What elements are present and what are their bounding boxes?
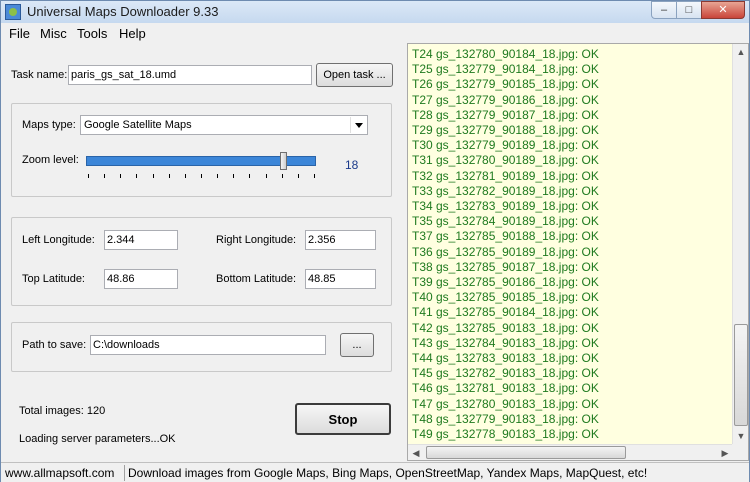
stop-button[interactable]: Stop [295,403,391,435]
task-name-label: Task name: [11,69,68,81]
menu-file[interactable]: File [9,26,30,41]
zoom-tick [233,174,235,178]
app-icon [5,4,21,20]
horizontal-scrollbar[interactable]: ◀ ▶ [408,444,733,460]
maps-type-label: Maps type: [22,119,76,131]
vertical-scrollbar[interactable]: ▲ ▼ [732,44,748,444]
settings-panel: Task name: paris_gs_sat_18.umd Open task… [1,43,405,463]
scrollbar-corner [732,444,748,460]
zoom-tick [184,174,186,178]
zoom-tick [168,174,170,178]
log-line: T41 gs_132785_90184_18.jpg: OK [412,305,599,320]
status-site: www.allmapsoft.com [5,466,115,480]
zoom-tick [120,174,122,178]
maximize-button[interactable]: □ [676,1,702,19]
log-line: T30 gs_132779_90189_18.jpg: OK [412,138,599,153]
menu-tools[interactable]: Tools [77,26,107,41]
log-line: T36 gs_132785_90189_18.jpg: OK [412,244,599,259]
zoom-tick [201,174,202,178]
right-longitude-label: Right Longitude: [216,234,297,246]
zoom-tick [217,174,219,178]
menu-bar: File Misc Tools Help [1,23,407,43]
log-line: T35 gs_132784_90189_18.jpg: OK [412,214,599,229]
menu-help[interactable]: Help [119,26,146,41]
zoom-tick [88,174,89,178]
top-latitude-input[interactable]: 48.86 [104,269,178,289]
dropdown-arrow-icon [350,117,366,133]
task-name-input[interactable]: paris_gs_sat_18.umd [68,65,312,85]
close-button[interactable]: ✕ [701,1,745,19]
status-bar: www.allmapsoft.com Download images from … [1,462,749,482]
top-latitude-label: Top Latitude: [22,273,85,285]
log-line: T24 gs_132780_90184_18.jpg: OK [412,47,599,61]
status-divider [124,465,125,481]
scroll-down-icon[interactable]: ▼ [733,428,748,444]
log-line: T43 gs_132784_90183_18.jpg: OK [412,335,599,350]
log-line: T32 gs_132781_90189_18.jpg: OK [412,168,599,183]
zoom-tick [152,174,154,178]
maps-type-select[interactable]: Google Satellite Maps [80,115,368,135]
log-line: T29 gs_132779_90188_18.jpg: OK [412,123,599,137]
left-longitude-input[interactable]: 2.344 [104,230,178,250]
right-longitude-input[interactable]: 2.356 [305,230,376,250]
zoom-tick [314,174,315,178]
save-path-input[interactable]: C:\downloads [90,335,326,355]
zoom-tick [281,174,283,178]
log-line: T33 gs_132782_90189_18.jpg: OK [412,183,599,198]
title-bar: Universal Maps Downloader 9.33 – □ ✕ [1,1,749,23]
app-window: Universal Maps Downloader 9.33 – □ ✕ Fil… [0,0,750,482]
save-path-label: Path to save: [22,339,87,351]
left-longitude-label: Left Longitude: [22,234,95,246]
horizontal-scroll-thumb[interactable] [426,446,626,459]
log-line: T38 gs_132785_90187_18.jpg: OK [412,259,599,274]
bottom-latitude-label: Bottom Latitude: [216,273,297,285]
zoom-tick [136,174,138,178]
log-line: T39 gs_132785_90186_18.jpg: OK [412,275,599,289]
log-line: T25 gs_132779_90184_18.jpg: OK [412,62,599,77]
log-line: T26 gs_132779_90185_18.jpg: OK [412,77,599,92]
zoom-tick [265,174,267,178]
log-line: T42 gs_132785_90183_18.jpg: OK [412,320,599,335]
maps-type-value: Google Satellite Maps [84,119,192,131]
zoom-slider-thumb[interactable] [280,152,287,170]
scroll-left-icon[interactable]: ◀ [408,445,424,460]
menu-misc[interactable]: Misc [40,26,67,41]
log-line: T45 gs_132782_90183_18.jpg: OK [412,366,599,381]
maps-group: Maps type: Google Satellite Maps Zoom le… [11,103,392,197]
open-task-button[interactable]: Open task ... [316,63,393,87]
scroll-up-icon[interactable]: ▲ [733,44,748,60]
vertical-scroll-thumb[interactable] [734,324,748,426]
zoom-tick [249,174,251,178]
log-line: T28 gs_132779_90187_18.jpg: OK [412,107,599,122]
window-title: Universal Maps Downloader 9.33 [27,4,219,19]
loading-status-text: Loading server parameters...OK [19,433,176,445]
total-images-text: Total images: 120 [19,405,106,417]
minimize-button[interactable]: – [651,1,677,19]
log-line: T49 gs_132778_90183_18.jpg: OK [412,427,599,441]
coordinates-group: Left Longitude: 2.344 Right Longitude: 2… [11,217,392,306]
log-line: T46 gs_132781_90183_18.jpg: OK [412,381,599,396]
log-line: T34 gs_132783_90189_18.jpg: OK [412,199,599,213]
zoom-tick [104,174,106,178]
zoom-level-label: Zoom level: [22,154,79,166]
log-line: T27 gs_132779_90186_18.jpg: OK [412,92,599,107]
log-line: T47 gs_132780_90183_18.jpg: OK [412,396,599,411]
log-line: T40 gs_132785_90185_18.jpg: OK [412,290,599,305]
scroll-right-icon[interactable]: ▶ [717,445,733,460]
log-line: T48 gs_132779_90183_18.jpg: OK [412,411,599,426]
bottom-latitude-input[interactable]: 48.85 [305,269,376,289]
log-line: T37 gs_132785_90188_18.jpg: OK [412,229,599,244]
save-path-group: Path to save: C:\downloads ... [11,322,392,372]
browse-button[interactable]: ... [340,333,374,357]
zoom-tick [297,174,299,178]
log-line: T44 gs_132783_90183_18.jpg: OK [412,351,599,365]
zoom-level-value: 18 [345,158,359,172]
log-line: T31 gs_132780_90189_18.jpg: OK [412,153,599,168]
download-log[interactable]: T24 gs_132780_90184_18.jpg: OK T25 gs_132… [407,43,749,461]
status-message: Download images from Google Maps, Bing M… [128,466,648,480]
